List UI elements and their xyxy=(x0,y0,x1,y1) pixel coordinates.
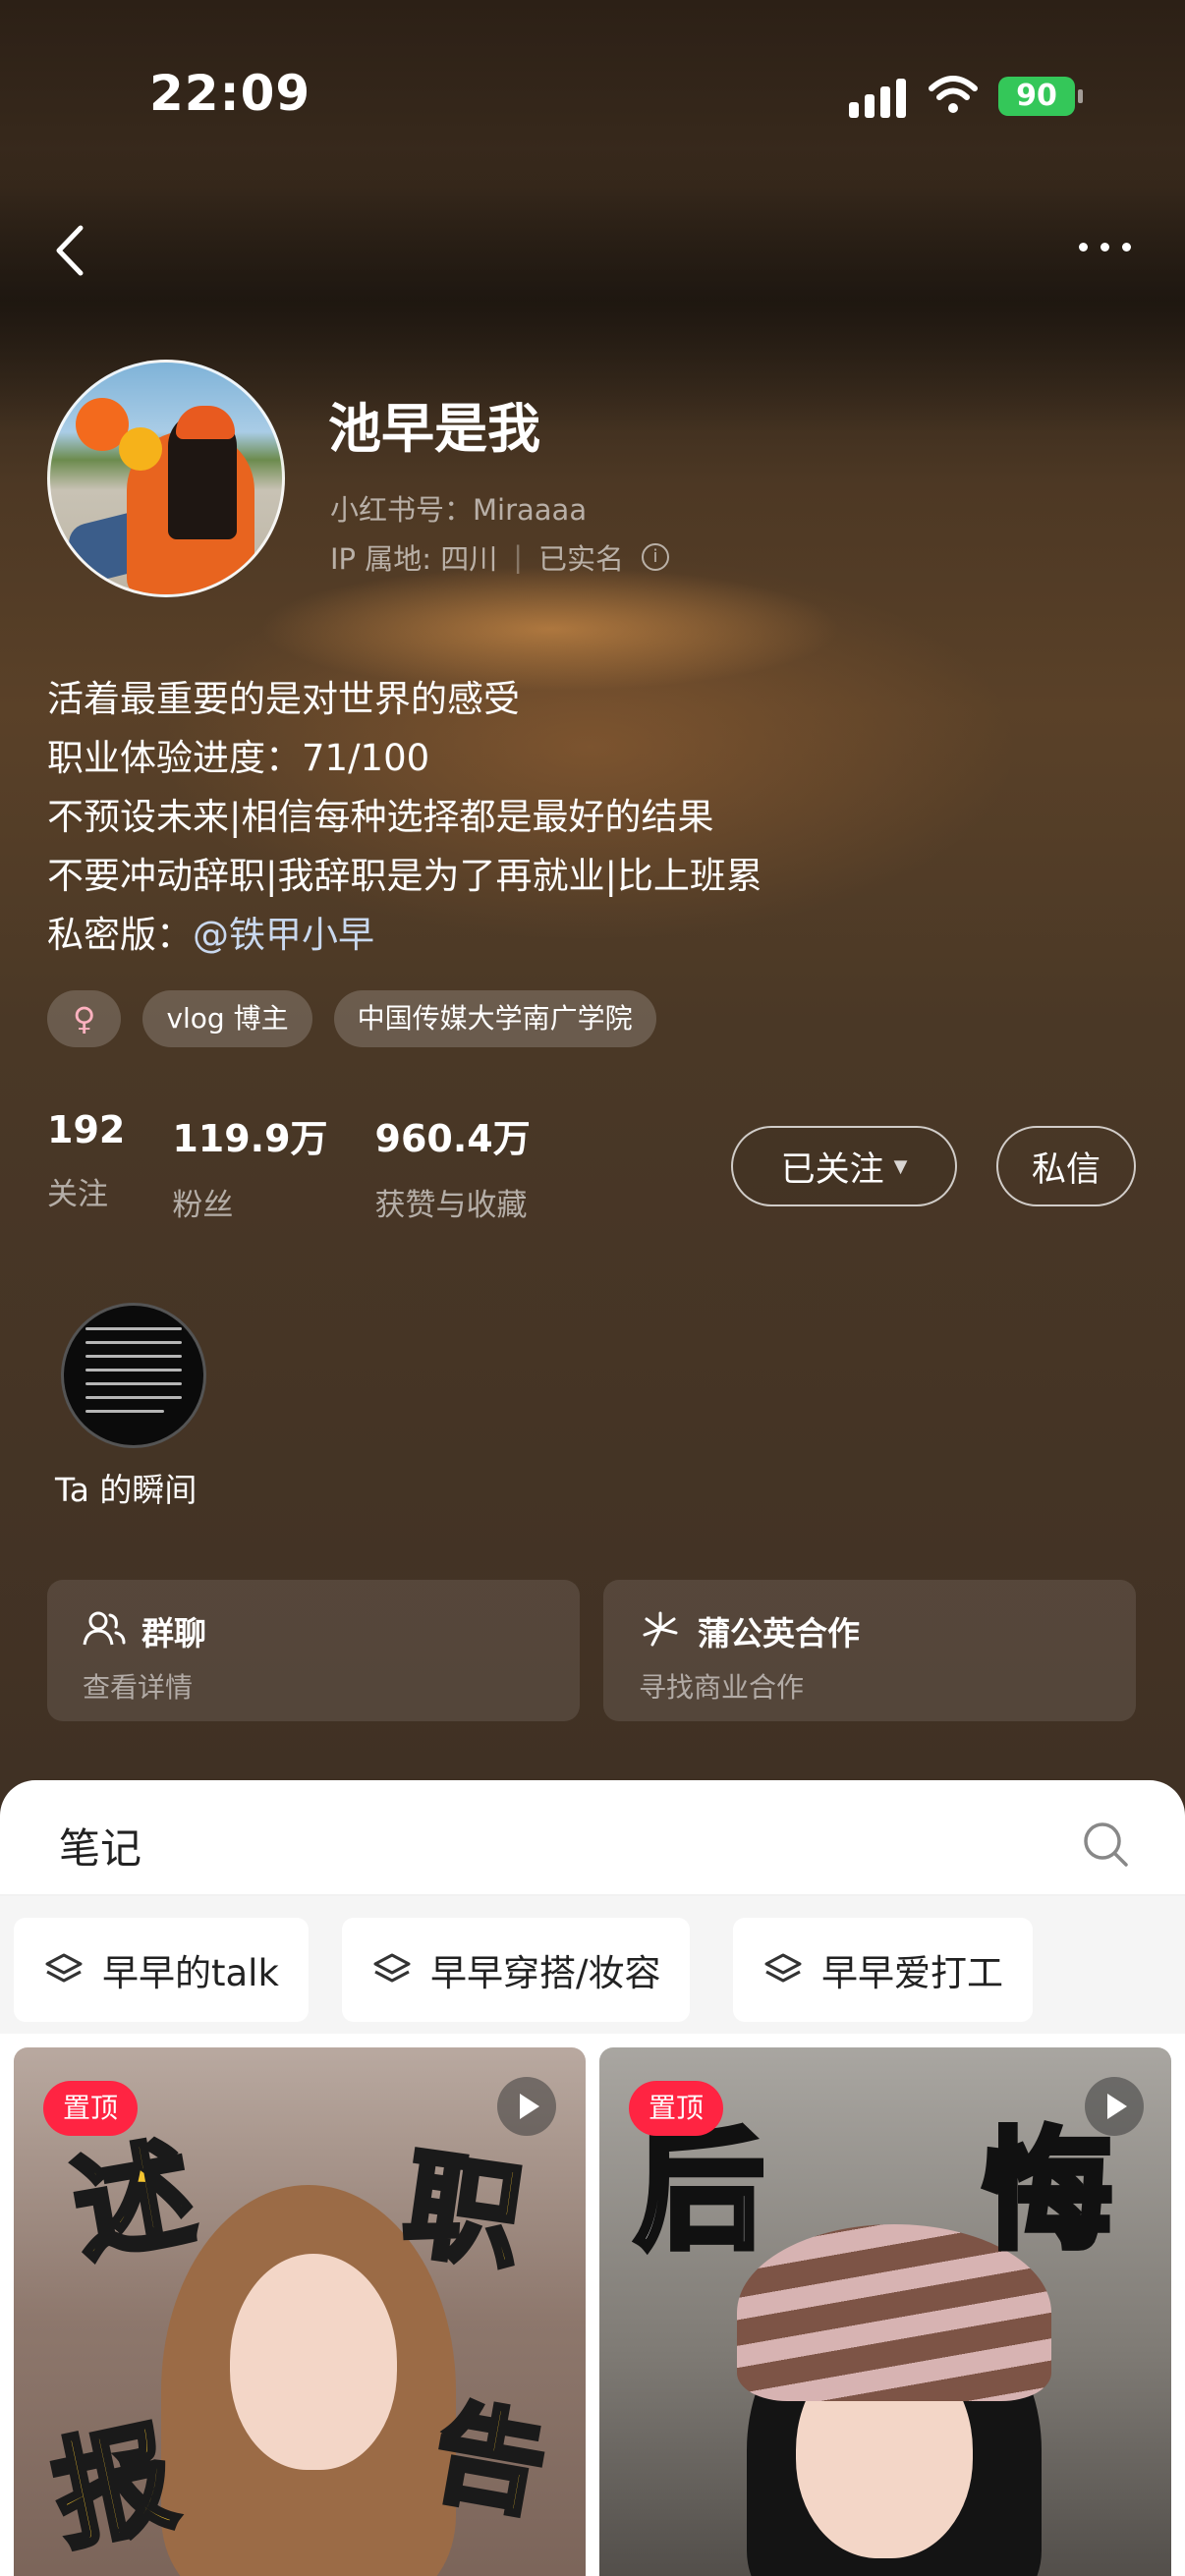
stat-number: 192 xyxy=(47,1108,126,1151)
profile-name: 池早是我 xyxy=(328,398,540,460)
collection-talk[interactable]: 早早的talk xyxy=(14,1918,309,2022)
ip-location: IP 属地: 四川 xyxy=(330,542,498,576)
play-icon xyxy=(497,2077,556,2136)
collection-label: 早早的talk xyxy=(102,1952,279,1994)
collection-outfit-makeup[interactable]: 早早穿搭/妆容 xyxy=(342,1918,691,2022)
layers-icon xyxy=(373,1953,411,1983)
bio-line: 不要冲动辞职|我辞职是为了再就业|比上班累 xyxy=(47,855,762,897)
bio-private-prefix: 私密版： xyxy=(47,914,193,956)
ip-location-line: IP 属地: 四川 | 已实名 i xyxy=(330,536,670,578)
group-icon xyxy=(83,1611,126,1646)
stat-label: 获赞与收藏 xyxy=(374,1188,528,1223)
post-face xyxy=(230,2254,397,2470)
back-arrow-icon[interactable] xyxy=(43,216,102,285)
profile-bio: 活着最重要的是对世界的感受 职业体验进度：71/100 不预设未来|相信每种选择… xyxy=(47,670,762,965)
note-card[interactable]: 述 职 报 告 置顶 xyxy=(14,2047,586,2576)
info-icon[interactable]: i xyxy=(642,543,670,571)
battery-indicator: 90 xyxy=(998,77,1083,116)
notes-panel: 笔记 早早的talk 早早穿搭/妆容 早早爱打工 述 职 报 告 置顶 后 悔 … xyxy=(0,1780,1185,2576)
verified-label: 已实名 xyxy=(538,542,625,576)
status-bar: 22:09 90 xyxy=(0,0,1185,196)
cellular-signal-icon xyxy=(849,79,912,118)
bio-line: 职业体验进度：71/100 xyxy=(47,737,430,779)
stat-number: 960.4万 xyxy=(374,1117,531,1160)
collection-label: 早早穿搭/妆容 xyxy=(430,1952,661,1994)
search-icon[interactable] xyxy=(1081,1820,1130,1869)
note-card[interactable]: 后 悔 置顶 xyxy=(599,2047,1171,2576)
card-title: 蒲公英合作 xyxy=(698,1614,860,1652)
dandelion-icon xyxy=(643,1611,678,1647)
stat-number: 119.9万 xyxy=(172,1117,328,1160)
avatar[interactable] xyxy=(47,360,285,597)
stat-following[interactable]: 192 关注 xyxy=(47,1108,125,1224)
moment-label[interactable]: Ta 的瞬间 xyxy=(55,1464,197,1511)
red-id: 小红书号：Miraaaa xyxy=(330,493,588,527)
bio-line: 不预设未来|相信每种选择都是最好的结果 xyxy=(47,796,714,838)
bio-line-private: 私密版：@铁甲小早 xyxy=(47,906,762,965)
wifi-icon xyxy=(929,76,978,113)
tag-school: 中国传媒大学南广学院 xyxy=(333,990,656,1047)
private-account-mention-link[interactable]: @铁甲小早 xyxy=(193,914,374,956)
profile-stats: 192 关注 119.9万 粉丝 960.4万 获赞与收藏 xyxy=(47,1108,578,1224)
profile-tags: ♀ vlog 博主 中国传媒大学南广学院 xyxy=(47,990,656,1047)
followed-button[interactable]: 已关注 ▼ xyxy=(731,1126,957,1206)
cover-char: 职 xyxy=(394,2133,533,2288)
bio-line: 活着最重要的是对世界的感受 xyxy=(47,678,520,720)
pinned-badge: 置顶 xyxy=(629,2081,724,2136)
group-chat-card[interactable]: 群聊 查看详情 xyxy=(47,1580,580,1721)
stat-label: 关注 xyxy=(47,1177,108,1212)
collection-work[interactable]: 早早爱打工 xyxy=(733,1918,1033,2022)
play-icon xyxy=(1085,2077,1144,2136)
message-button[interactable]: 私信 xyxy=(996,1126,1136,1206)
card-subtitle: 查看详情 xyxy=(83,1671,194,1704)
more-options-icon[interactable] xyxy=(1071,232,1140,263)
followed-label: 已关注 xyxy=(780,1149,884,1190)
stat-label: 粉丝 xyxy=(172,1188,234,1223)
divider: | xyxy=(513,540,524,574)
card-title: 群聊 xyxy=(141,1614,206,1652)
stat-likes-collects[interactable]: 960.4万 获赞与收藏 xyxy=(375,1108,531,1224)
caret-down-icon: ▼ xyxy=(893,1155,908,1177)
collection-label: 早早爱打工 xyxy=(821,1952,1003,1994)
brand-collaboration-card[interactable]: 蒲公英合作 寻找商业合作 xyxy=(603,1580,1136,1721)
layers-icon xyxy=(45,1953,83,1983)
tab-notes[interactable]: 笔记 xyxy=(59,1816,141,1876)
tag-vlog-blogger: vlog 博主 xyxy=(142,990,312,1047)
moment-thumbnail[interactable] xyxy=(61,1303,206,1448)
pinned-badge: 置顶 xyxy=(43,2081,139,2136)
battery-level: 90 xyxy=(1016,79,1057,113)
gender-tag: ♀ xyxy=(47,990,122,1047)
card-subtitle: 寻找商业合作 xyxy=(639,1671,805,1704)
stat-followers[interactable]: 119.9万 粉丝 xyxy=(172,1108,327,1224)
status-time: 22:09 xyxy=(149,65,311,122)
layers-icon xyxy=(764,1953,802,1983)
